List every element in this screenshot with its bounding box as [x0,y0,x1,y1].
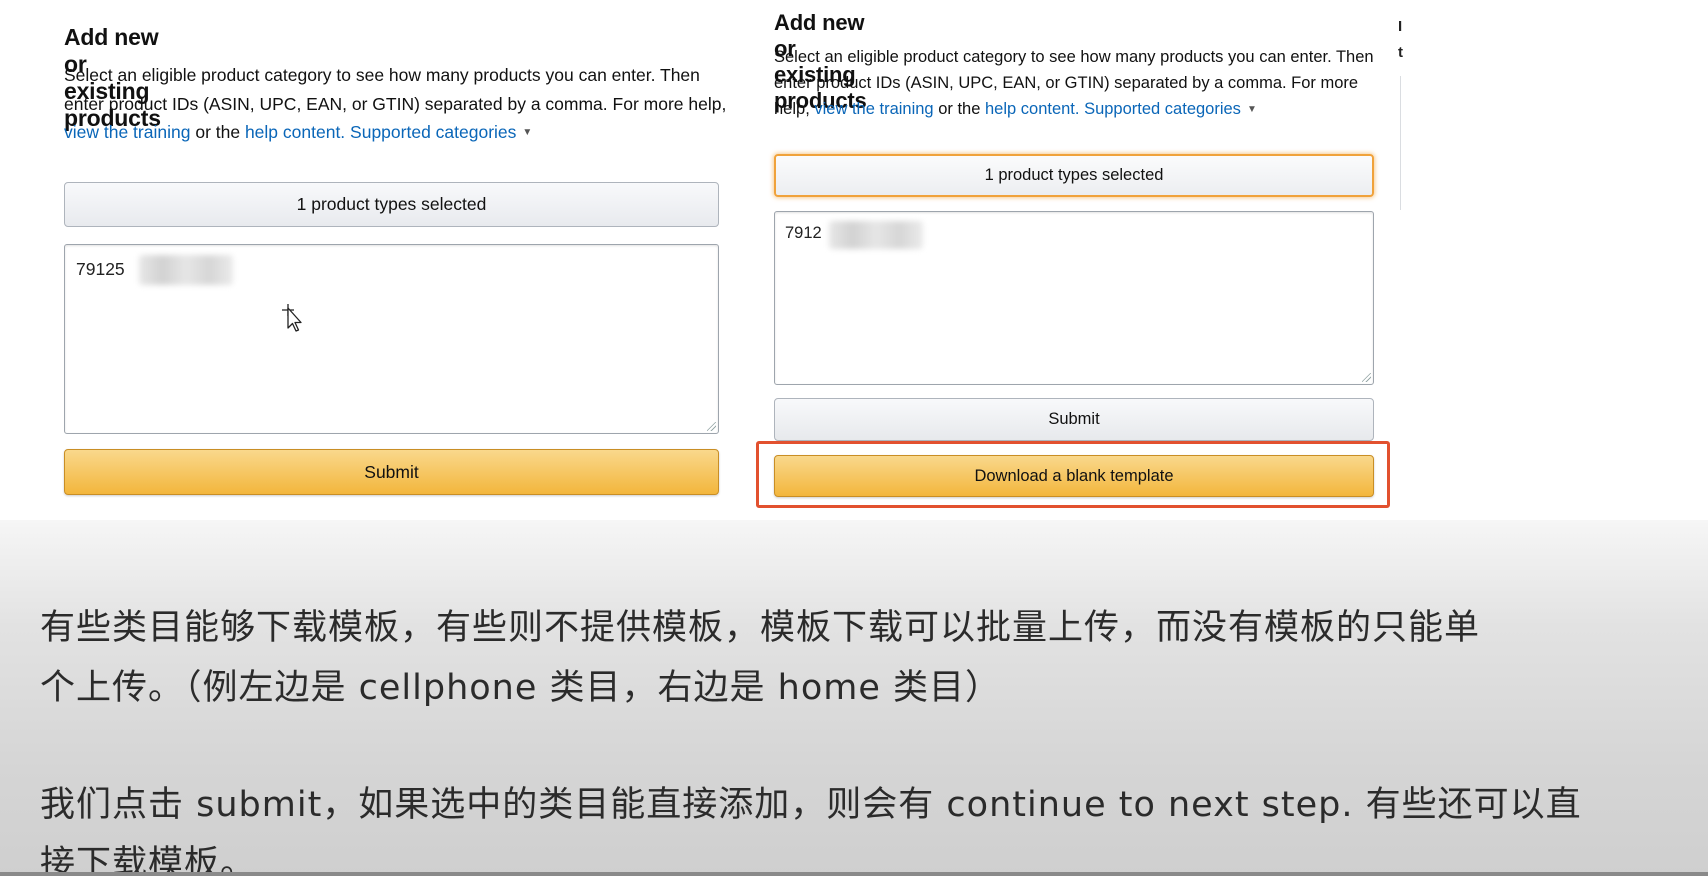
right-view-training-link[interactable]: view the training [814,100,933,118]
right-type-selector-label: 1 product types selected [984,166,1164,184]
right-submit-button[interactable]: Submit [774,398,1374,441]
right-product-id-input[interactable]: 7912 [774,211,1374,385]
download-blank-template-button[interactable]: Download a blank template [774,455,1374,497]
left-or-the-text: or the [190,122,245,142]
right-help-content-link[interactable]: help content. [985,100,1080,118]
edge-column-border [1400,76,1401,210]
left-submit-label: Submit [364,462,419,482]
left-view-training-link[interactable]: view the training [64,122,190,142]
right-submit-label: Submit [1048,410,1100,428]
mouse-cursor-icon [282,304,302,332]
subtitle-line-3: 我们点击 submit，如果选中的类目能直接添加，则会有 continue to… [40,785,1582,825]
right-product-type-selector[interactable]: 1 product types selected [774,154,1374,197]
edge-column-char-1: I [1398,18,1403,35]
right-product-id-value: 7912 [785,224,822,242]
left-caret-down-icon[interactable]: ▼ [522,119,532,148]
subtitle-line-4: 接下载模板。 [40,844,257,876]
left-panel-description: Select an eligible product category to s… [64,61,730,148]
bottom-border [0,872,1708,876]
left-submit-button[interactable]: Submit [64,449,719,495]
right-panel-description: Select an eligible product category to s… [774,44,1384,123]
left-type-selector-label: 1 product types selected [296,194,487,214]
right-caret-down-icon[interactable]: ▼ [1247,97,1257,123]
left-supported-categories-link[interactable]: Supported categories [350,122,516,142]
subtitle-line-1: 有些类目能够下载模板，有些则不提供模板，模板下载可以批量上传，而没有模板的只能单 [40,608,1481,648]
left-resize-grip-icon[interactable] [707,422,716,431]
left-product-id-value: 79125 [76,259,125,279]
left-desc-text: Select an eligible product category to s… [64,65,727,114]
subtitle-line-2: 个上传。（例左边是 cellphone 类目，右边是 home 类目） [40,668,1001,708]
left-help-content-link[interactable]: help content. [245,122,345,142]
right-supported-categories-link[interactable]: Supported categories [1084,100,1241,118]
right-resize-grip-icon[interactable] [1362,373,1371,382]
download-template-label: Download a blank template [974,467,1174,485]
right-or-the-text: or the [933,100,985,118]
left-product-id-input[interactable]: 79125 [64,244,719,434]
left-product-type-selector[interactable]: 1 product types selected [64,182,719,227]
right-redacted-id [829,221,923,249]
edge-column-char-2: t [1398,44,1403,61]
left-redacted-id [139,255,233,285]
